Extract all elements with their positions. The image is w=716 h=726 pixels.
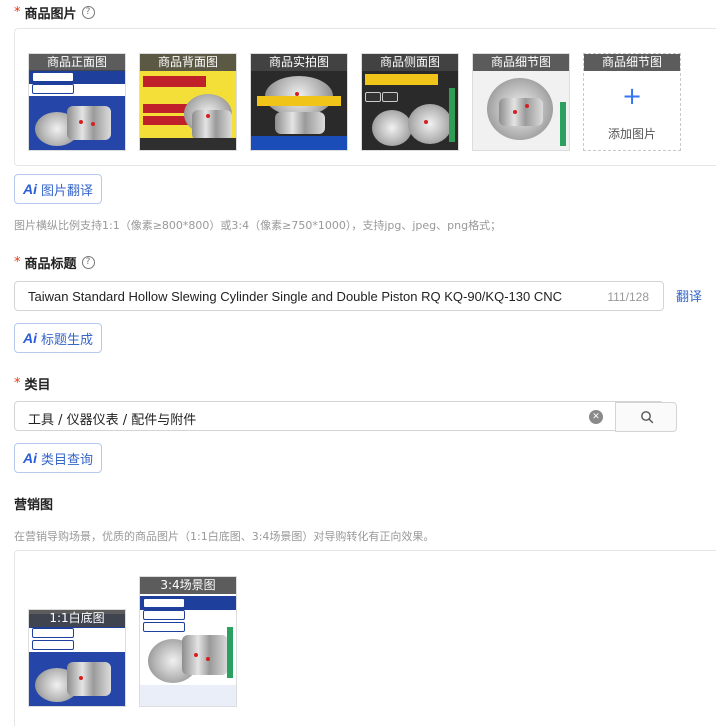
translate-link[interactable]: 翻译	[676, 286, 702, 305]
category-select[interactable]: 工具 / 仪器仪表 / 配件与附件 ✕	[14, 401, 677, 432]
required-mark: *	[14, 5, 21, 20]
product-image-front[interactable]: 商品正面图	[28, 53, 126, 151]
product-title-label: * 商品标题 ?	[14, 253, 95, 272]
product-image-side[interactable]: 商品侧面图	[361, 53, 459, 151]
char-counter: 111/128	[607, 290, 649, 304]
marketing-images-panel: 1:1白底图 3:4场景图	[14, 550, 716, 726]
image-format-hint: 图片横纵比例支持1:1（像素≥800*800）或3:4（像素≥750*1000）…	[14, 219, 502, 232]
plus-icon: +	[621, 82, 643, 110]
product-photo	[140, 577, 236, 706]
add-image-button[interactable]: 商品细节图 + 添加图片	[583, 53, 681, 151]
category-search-button[interactable]	[615, 402, 677, 432]
product-image-detail[interactable]: 商品细节图	[472, 53, 570, 151]
title-generate-button[interactable]: Ai 标题生成	[14, 323, 103, 353]
marketing-hint: 在营销导购场景，优质的商品图片（1:1白底图、3:4场景图）对导购转化有正向效果…	[14, 530, 435, 543]
marketing-image-square[interactable]: 1:1白底图	[28, 609, 126, 707]
product-title-input[interactable]: Taiwan Standard Hollow Slewing Cylinder …	[14, 281, 664, 311]
required-mark: *	[14, 255, 21, 270]
ai-icon: Ai	[23, 181, 37, 197]
required-mark: *	[14, 376, 21, 391]
category-label: * 类目	[14, 376, 51, 393]
marketing-images-label: 营销图	[14, 498, 54, 513]
category-query-button[interactable]: Ai 类目查询	[14, 443, 103, 473]
product-image-real[interactable]: 商品实拍图	[250, 53, 348, 151]
ai-icon: Ai	[23, 450, 37, 466]
product-image-back[interactable]: 商品背面图	[139, 53, 237, 151]
ai-icon: Ai	[23, 330, 37, 346]
product-images-label: * 商品图片 ?	[14, 3, 95, 22]
marketing-image-portrait[interactable]: 3:4场景图	[139, 576, 237, 707]
product-images-panel: 商品正面图 商品背面图 商品实拍图 商品侧面图 商品细节图 商品细节图 + 添加…	[14, 28, 716, 166]
help-icon[interactable]: ?	[81, 256, 95, 269]
search-icon	[641, 411, 654, 424]
clear-icon[interactable]: ✕	[589, 410, 603, 424]
help-icon[interactable]: ?	[81, 6, 95, 19]
image-translate-button[interactable]: Ai 图片翻译	[14, 174, 103, 204]
